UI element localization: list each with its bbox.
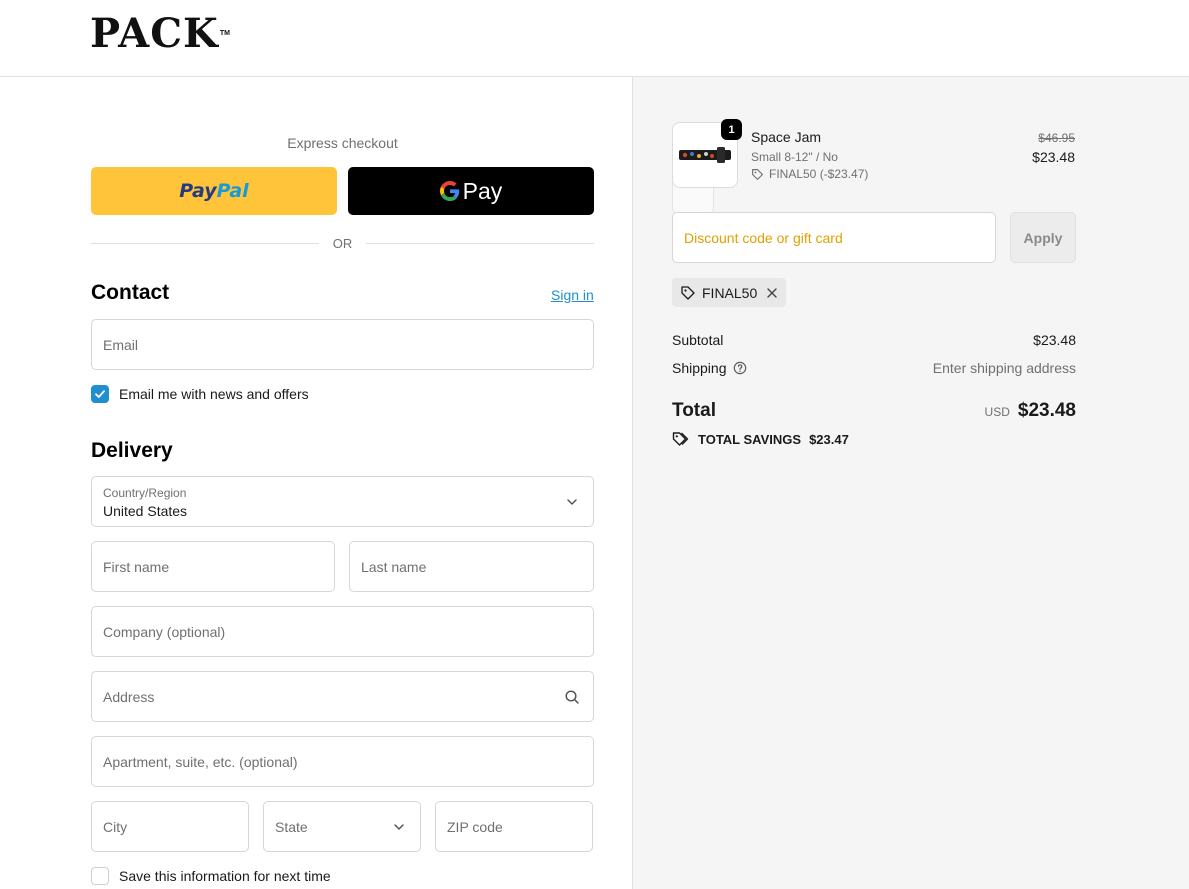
apartment-field[interactable] xyxy=(92,737,593,786)
help-circle-icon[interactable] xyxy=(733,361,747,375)
google-pay-label: Pay xyxy=(462,177,503,204)
or-text: OR xyxy=(332,235,353,251)
check-icon xyxy=(95,390,105,398)
tag-icon xyxy=(681,285,695,300)
address-wrapper xyxy=(91,671,594,722)
company-wrapper xyxy=(91,606,594,657)
paypal-button[interactable]: Pay Pal xyxy=(91,167,337,215)
savings-tag-icon xyxy=(672,432,689,446)
newsletter-row: Email me with news and offers xyxy=(91,385,309,403)
email-field[interactable] xyxy=(92,320,593,369)
address-field[interactable] xyxy=(92,672,593,721)
last-name-field[interactable] xyxy=(350,542,593,591)
zip-wrapper xyxy=(435,801,593,852)
city-wrapper xyxy=(91,801,249,852)
sign-in-link[interactable]: Sign in xyxy=(551,287,594,303)
city-field[interactable] xyxy=(92,802,248,851)
checkout-form-column: Express checkout Pay Pal Pay OR Contact S… xyxy=(0,77,632,889)
savings-label: TOTAL SAVINGS xyxy=(698,431,802,447)
order-summary: 1 Space Jam Small 8-12" / No FINAL50 (-$… xyxy=(632,77,1189,889)
contact-heading: Contact xyxy=(91,281,170,304)
zip-code-field[interactable] xyxy=(436,802,592,851)
brand-logo[interactable]: PACKTM xyxy=(90,12,230,56)
savings-value: $23.47 xyxy=(809,431,849,447)
first-name-field[interactable] xyxy=(92,542,334,591)
country-select[interactable]: Country/Region United States xyxy=(91,476,594,527)
shipping-row: Shipping Enter shipping address xyxy=(672,360,1076,376)
company-field[interactable] xyxy=(92,607,593,656)
logo-trademark: TM xyxy=(219,30,230,37)
shipping-label: Shipping xyxy=(672,360,727,376)
product-discount: FINAL50 (-$23.47) xyxy=(751,167,868,181)
paypal-label-pay: Pay xyxy=(179,180,217,202)
applied-discount-code: FINAL50 xyxy=(702,284,758,301)
product-variant: Small 8-12" / No xyxy=(751,150,838,164)
state-value: State xyxy=(275,819,308,835)
tag-icon xyxy=(752,168,763,180)
or-divider: OR xyxy=(91,235,594,251)
express-checkout-title: Express checkout xyxy=(287,135,398,151)
total-row: Total USD $23.48 xyxy=(672,400,1076,422)
email-field-wrapper xyxy=(91,319,594,370)
newsletter-label: Email me with news and offers xyxy=(119,386,309,402)
last-name-wrapper xyxy=(349,541,594,592)
total-savings-row: TOTAL SAVINGS $23.47 xyxy=(672,431,849,447)
product-price: $23.48 xyxy=(1032,149,1075,165)
total-label: Total xyxy=(672,400,716,421)
newsletter-checkbox[interactable] xyxy=(91,385,109,403)
country-label: Country/Region xyxy=(103,486,187,500)
save-info-checkbox[interactable] xyxy=(91,867,109,885)
google-pay-button[interactable]: Pay xyxy=(348,167,594,215)
divider-line-right xyxy=(366,242,594,244)
currency-code: USD xyxy=(984,405,1010,419)
total-amount: $23.48 xyxy=(1017,400,1076,421)
remove-discount-button[interactable] xyxy=(766,287,778,299)
search-icon[interactable] xyxy=(564,689,580,705)
shipping-label-group: Shipping xyxy=(672,360,747,376)
subtotal-value: $23.48 xyxy=(1033,332,1076,348)
save-info-row: Save this information for next time xyxy=(91,867,331,885)
subtotal-row: Subtotal $23.48 xyxy=(672,332,1076,348)
save-info-label: Save this information for next time xyxy=(119,868,331,884)
divider-line-left xyxy=(91,242,319,244)
shipping-value: Enter shipping address xyxy=(932,360,1076,376)
google-g-icon xyxy=(439,181,460,201)
subtotal-label: Subtotal xyxy=(672,332,724,348)
delivery-heading: Delivery xyxy=(91,439,173,462)
header: PACKTM xyxy=(0,0,1189,77)
apartment-wrapper xyxy=(91,736,594,787)
quantity-badge: 1 xyxy=(721,119,742,140)
close-icon xyxy=(767,287,777,298)
country-value: United States xyxy=(103,503,188,519)
state-select[interactable]: State xyxy=(263,801,421,852)
first-name-wrapper xyxy=(91,541,335,592)
chevron-down-icon xyxy=(567,499,577,505)
discount-input-wrapper xyxy=(672,212,996,263)
product-discount-text: FINAL50 (-$23.47) xyxy=(769,167,869,181)
chevron-down-icon xyxy=(394,824,404,830)
original-price: $46.95 xyxy=(1038,131,1075,145)
applied-discount-chip: FINAL50 xyxy=(672,278,787,307)
total-amount-group: USD $23.48 xyxy=(985,400,1076,422)
apply-button[interactable]: Apply xyxy=(1010,212,1076,263)
logo-text: PACK xyxy=(90,10,219,57)
product-name: Space Jam xyxy=(751,129,822,145)
paypal-label-pal: Pal xyxy=(216,180,249,202)
discount-code-field[interactable] xyxy=(673,213,995,262)
